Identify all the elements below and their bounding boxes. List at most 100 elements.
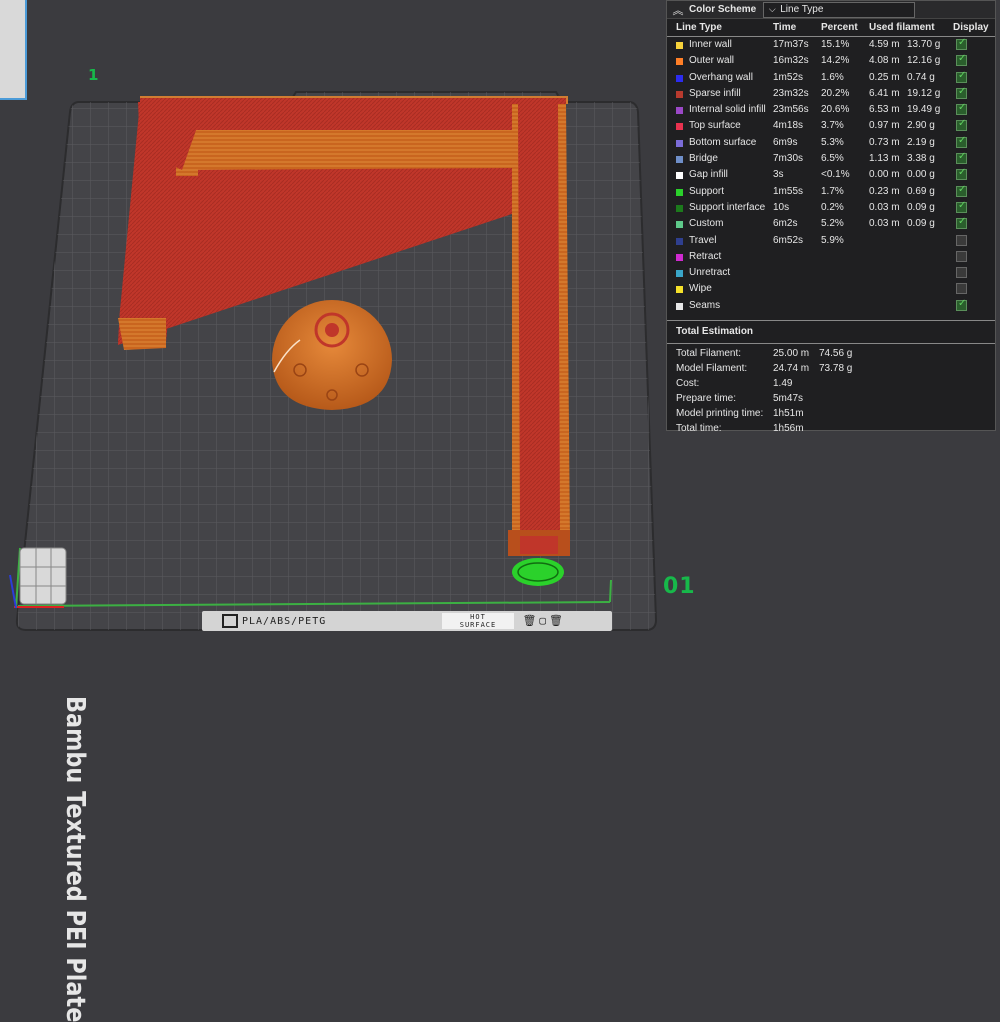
line-type-name: Gap infill [689,169,728,181]
display-checkbox[interactable] [956,86,967,99]
color-scheme-select[interactable]: ⌵ Line Type [763,1,916,18]
line-type-name: Support [689,185,725,197]
plate-thumbnail[interactable] [0,0,27,100]
total-value: 1.49 [773,378,793,390]
line-type-color-swatch [676,221,683,229]
line-type-color-swatch [676,188,683,196]
display-checkbox[interactable] [956,184,967,197]
line-type-percent: 5.9% [821,234,844,246]
line-type-color-swatch [676,123,683,131]
line-type-color-swatch [676,253,683,261]
total-label: Model Filament: [676,363,748,375]
legend-row: Sparse infill 23m32s 20.2% 6.41 m 19.12 g [667,86,995,102]
legend-row: Top surface 4m18s 3.7% 0.97 m 2.90 g [667,118,995,134]
display-checkbox[interactable] [956,70,967,83]
line-type-color-swatch [676,90,683,98]
filament-type-label: PLA/ABS/PETG [242,615,327,627]
display-checkbox[interactable] [956,250,967,262]
display-checkbox[interactable] [956,234,967,246]
line-type-length: 0.23 m [869,185,900,197]
line-type-percent: 5.3% [821,136,844,148]
col-used-filament: Used filament [869,22,935,33]
total-value: 24.74 m [773,363,810,375]
display-checkbox[interactable] [956,102,967,116]
line-type-weight: 0.09 g [907,218,935,230]
line-type-name: Sparse infill [689,87,741,99]
line-type-length: 0.00 m [869,169,900,181]
display-checkbox[interactable] [956,53,967,67]
total-value: 25.00 m [773,348,810,360]
line-type-color-swatch [676,204,683,212]
total-value: 1h56m [773,423,804,435]
display-checkbox[interactable] [956,216,967,230]
line-type-color-swatch [676,107,683,115]
total-value-secondary: 73.78 g [819,363,853,375]
line-type-length: 1.13 m [869,153,900,165]
line-type-percent: <0.1% [821,169,850,181]
line-type-percent: 15.1% [821,39,850,50]
line-type-length: 4.59 m [869,39,900,50]
line-type-name: Wipe [689,283,712,295]
line-type-length: 0.25 m [869,71,900,83]
legend-row: Seams [667,298,995,314]
display-checkbox[interactable] [956,151,967,165]
legend-row: Bottom surface 6m9s 5.3% 0.73 m 2.19 g [667,135,995,151]
legend-row: Support interface 10s 0.2% 0.03 m 0.09 g [667,200,995,216]
total-row: Cost: 1.49 [667,377,995,392]
legend-row: Retract [667,249,995,265]
line-type-percent: 3.7% [821,120,844,132]
total-label: Total time: [676,423,722,435]
surface-label-line2: SURFACE [459,621,497,629]
total-row: Total Filament: 25.00 m 74.56 g [667,347,995,362]
total-label: Prepare time: [676,393,737,405]
color-scheme-label: Color Scheme [689,4,757,15]
display-checkbox[interactable] [956,298,967,311]
col-time: Time [773,22,797,33]
line-type-time: 4m18s [773,120,804,132]
line-type-color-swatch [676,286,683,294]
line-type-color-swatch [676,270,683,278]
display-checkbox[interactable] [956,118,967,132]
chevron-down-icon: ⌵ [768,4,776,14]
plate-name-label: Bambu Textured PEI Plate [60,696,90,1022]
total-estimation-list: Total Filament: 25.00 m 74.56 g Model Filam… [667,344,995,437]
total-label: Cost: [676,378,700,390]
display-checkbox[interactable] [956,283,967,295]
y-axis-line [609,579,612,603]
display-checkbox[interactable] [956,200,967,213]
total-row: Model printing time: 1h51m [667,407,995,422]
plate-tool-icons[interactable]: 🗑▢🗑 [522,614,566,627]
line-type-percent: 0.2% [821,201,844,213]
legend-rows: Inner wall 17m37s 15.1% 4.59 m 13.70 g Outer … [667,37,995,314]
collapse-icon[interactable]: ︽ [667,2,689,18]
lock-icon[interactable]: 🗑 [549,614,566,627]
line-type-color-swatch [676,156,683,164]
line-type-weight: 3.38 g [907,153,935,165]
trash-icon[interactable]: 🗑 [522,614,539,627]
total-value: 5m47s [773,393,804,405]
display-checkbox[interactable] [956,135,967,148]
line-type-time: 7m30s [773,153,804,165]
line-type-time: 6m9s [773,136,798,148]
total-row: Model Filament: 24.74 m 73.78 g [667,362,995,377]
line-type-length: 6.41 m [869,87,900,99]
display-checkbox[interactable] [956,267,967,279]
line-type-weight: 19.49 g [907,104,941,116]
line-type-length: 0.03 m [869,201,900,213]
col-display: Display [953,22,989,33]
line-type-time: 6m2s [773,218,798,230]
line-type-time: 23m32s [773,87,809,99]
square-icon[interactable]: ▢ [539,614,549,627]
line-type-percent: 20.2% [821,87,850,99]
line-type-color-swatch [676,58,683,66]
total-estimation-title: Total Estimation [676,326,754,338]
display-checkbox[interactable] [956,167,967,181]
line-type-name: Custom [689,218,724,230]
line-type-name: Retract [689,250,722,262]
line-type-weight: 0.09 g [907,201,935,213]
display-checkbox[interactable] [956,37,967,50]
line-type-name: Bottom surface [689,136,757,148]
gcode-legend-panel: ︽ Color Scheme ⌵ Line Type Line Type Tim… [666,0,996,434]
line-type-length: 6.53 m [869,104,900,116]
line-type-length: 0.03 m [869,218,900,230]
